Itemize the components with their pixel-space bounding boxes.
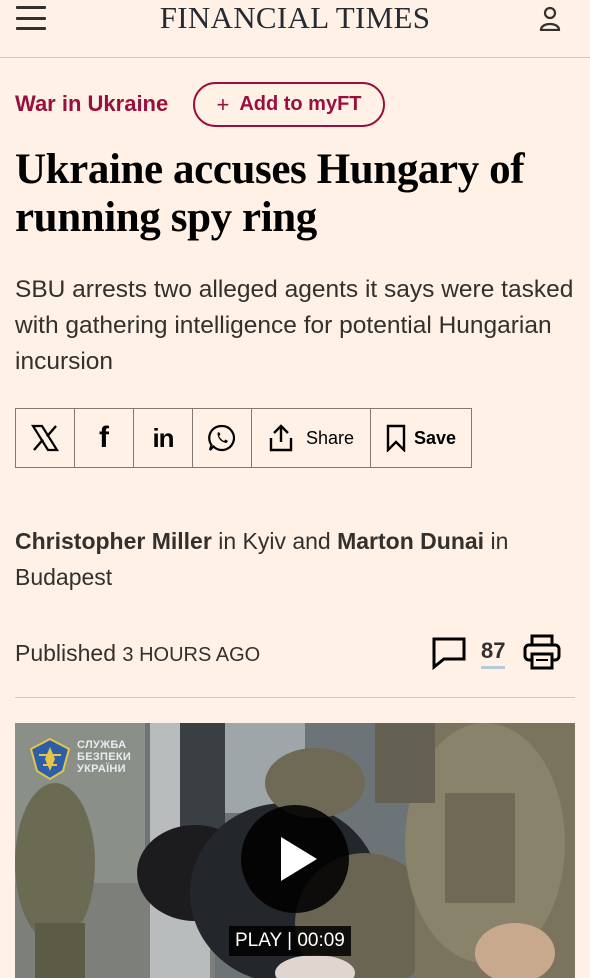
topic-link[interactable]: War in Ukraine <box>15 89 168 119</box>
print-icon[interactable] <box>523 634 561 670</box>
share-label: Share <box>305 427 355 448</box>
article-headline: Ukraine accuses Hungary of running spy r… <box>15 146 525 241</box>
save-label: Save <box>413 427 457 448</box>
published-label: Published <box>15 640 117 666</box>
x-twitter-icon <box>31 424 59 452</box>
comment-icon[interactable] <box>431 636 467 670</box>
author-link[interactable]: Christopher Miller <box>15 528 212 554</box>
share-button[interactable]: Share <box>252 409 371 467</box>
ft-logo[interactable]: FINANCIAL TIMES <box>0 0 590 36</box>
whatsapp-icon <box>208 424 236 452</box>
share-icon <box>269 424 293 452</box>
add-to-myft-button[interactable]: + Add to myFT <box>193 82 385 127</box>
site-header: FINANCIAL TIMES <box>0 0 590 58</box>
article-standfirst: SBU arrests two alleged agents it says w… <box>15 276 574 375</box>
add-to-myft-label: Add to myFT <box>239 93 362 115</box>
share-whatsapp-button[interactable] <box>193 409 252 467</box>
share-x-button[interactable] <box>16 409 75 467</box>
play-button[interactable] <box>241 805 349 913</box>
author-link[interactable]: Marton Dunai <box>337 528 484 554</box>
video-player[interactable]: СЛУЖБА БЕЗПЕКИ УКРАЇНИ PLAY | 00:09 <box>15 723 575 978</box>
sbu-watermark: СЛУЖБА БЕЗПЕКИ УКРАЇНИ <box>77 739 132 775</box>
save-button[interactable]: Save <box>371 409 471 467</box>
published-date: Published 3 hours ago <box>15 636 260 672</box>
comments-count[interactable]: 87 <box>481 636 506 669</box>
byline: Christopher Miller in Kyiv and Marton Du… <box>15 523 575 595</box>
share-linkedin-button[interactable]: in <box>134 409 193 467</box>
plus-icon: + <box>216 91 230 117</box>
byline-location: in Kyiv and <box>218 528 331 554</box>
share-bar: f in Share Save <box>15 408 472 468</box>
divider <box>15 697 575 698</box>
user-account-icon[interactable] <box>538 5 562 31</box>
published-time: 3 hours ago <box>122 644 261 666</box>
facebook-icon: f <box>99 421 109 454</box>
bookmark-icon <box>386 424 406 452</box>
sbu-emblem-icon <box>29 737 71 781</box>
play-duration-label[interactable]: PLAY | 00:09 <box>229 926 351 956</box>
share-facebook-button[interactable]: f <box>75 409 134 467</box>
linkedin-icon: in <box>152 422 174 453</box>
